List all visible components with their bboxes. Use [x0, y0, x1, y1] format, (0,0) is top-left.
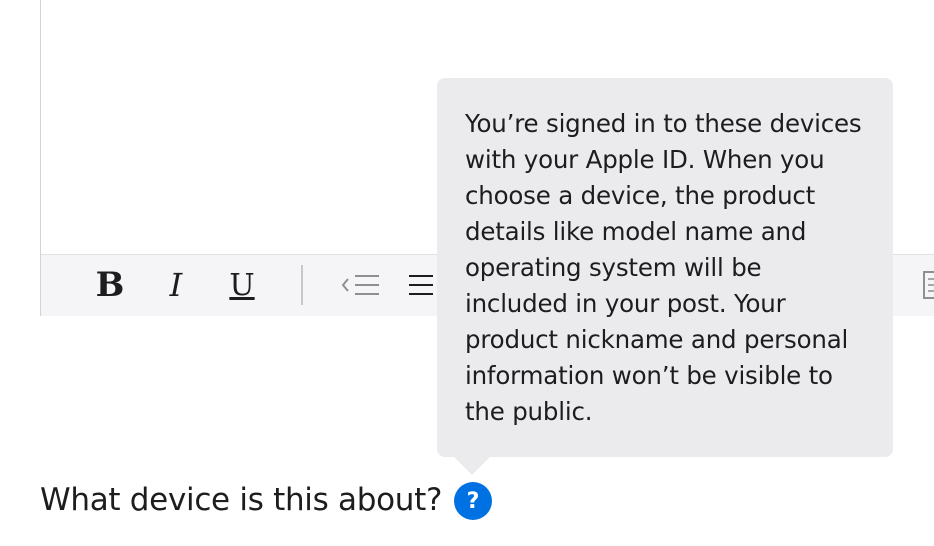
italic-button[interactable]: I: [161, 265, 191, 305]
outdent-button[interactable]: [339, 265, 383, 305]
device-question: What device is this about?: [40, 478, 442, 522]
list-button[interactable]: [405, 265, 433, 305]
bold-button[interactable]: B: [93, 265, 127, 305]
format-icon: [923, 271, 934, 299]
help-icon[interactable]: ?: [454, 482, 492, 520]
tooltip-text: You’re signed in to these devices with y…: [465, 109, 862, 426]
format-button[interactable]: [921, 265, 934, 305]
outdent-icon: [341, 275, 379, 295]
toolbar-divider: [301, 265, 303, 305]
tooltip-arrow: [452, 455, 492, 475]
device-question-label: What device is this about?: [40, 482, 443, 518]
underline-button[interactable]: U: [227, 265, 257, 305]
bulleted-list-icon: [409, 275, 433, 295]
device-info-tooltip: You’re signed in to these devices with y…: [437, 78, 893, 457]
page: B I U You’re signed in to these devices …: [0, 0, 934, 546]
